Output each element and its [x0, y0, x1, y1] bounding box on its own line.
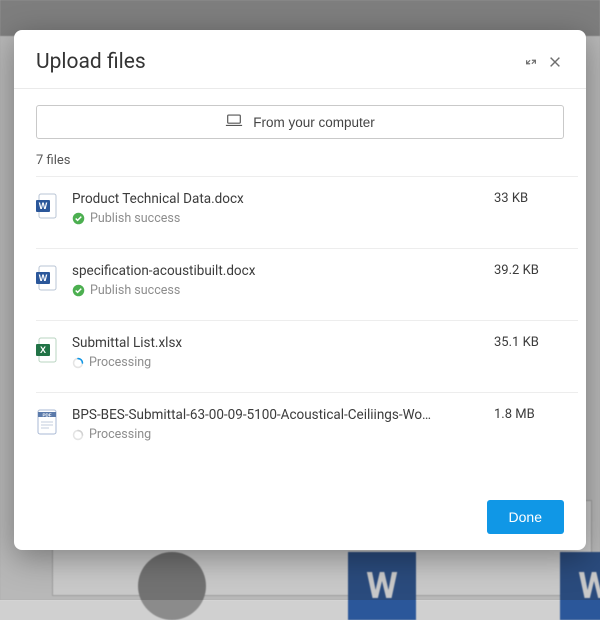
done-button[interactable]: Done: [487, 500, 564, 534]
file-info: Submittal List.xlsx Processing: [72, 335, 480, 370]
docx-file-icon: W: [36, 193, 58, 219]
svg-text:X: X: [40, 345, 46, 355]
file-count: 7 files: [14, 153, 586, 176]
file-status-label: Processing: [89, 427, 151, 442]
file-info: specification-acoustibuilt.docx Publish s…: [72, 263, 480, 298]
file-size: 39.2 KB: [494, 263, 564, 278]
file-size: 1.8 MB: [494, 407, 564, 422]
xlsx-file-icon: X: [36, 337, 58, 363]
from-your-computer-label: From your computer: [253, 115, 375, 130]
file-status: Processing: [72, 355, 480, 370]
file-row: PDF BPS-BES-Submittal-63-00-09-5100-Acous…: [36, 392, 578, 464]
files-list[interactable]: W Product Technical Data.docx Publish succ…: [14, 176, 578, 486]
file-name: Submittal List.xlsx: [72, 335, 480, 351]
file-name: specification-acoustibuilt.docx: [72, 263, 480, 279]
upload-files-modal: Upload files From your computer 7 file: [14, 30, 586, 550]
check-circle-icon: [72, 284, 85, 297]
laptop-icon: [225, 114, 243, 130]
pdf-file-icon: PDF: [36, 409, 58, 435]
file-status: Publish success: [72, 211, 480, 226]
file-status-label: Processing: [89, 355, 151, 370]
docx-file-icon: W: [36, 265, 58, 291]
modal-header: Upload files: [14, 30, 586, 88]
file-row: Wspecification-acoustibuilt.docx Publish …: [36, 248, 578, 320]
file-status-label: Publish success: [90, 283, 180, 298]
from-your-computer-button[interactable]: From your computer: [36, 105, 564, 139]
file-info: BPS-BES-Submittal-63-00-09-5100-Acoustic…: [72, 407, 480, 442]
file-status: Publish success: [72, 283, 480, 298]
file-status: Processing: [72, 427, 480, 442]
minimize-icon[interactable]: [522, 53, 540, 71]
svg-text:PDF: PDF: [43, 413, 52, 418]
file-status-label: Publish success: [90, 211, 180, 226]
close-icon[interactable]: [546, 53, 564, 71]
file-row: X Submittal List.xlsx Processing 35.1 KB: [36, 320, 578, 392]
spinner-icon: [72, 357, 84, 369]
spinner-icon: [72, 429, 84, 441]
modal-footer: Done: [14, 486, 586, 550]
file-size: 35.1 KB: [494, 335, 564, 350]
file-name: Product Technical Data.docx: [72, 191, 480, 207]
file-name: BPS-BES-Submittal-63-00-09-5100-Acoustic…: [72, 407, 480, 423]
file-size: 33 KB: [494, 191, 564, 206]
file-row: W Product Technical Data.docx Publish succ…: [36, 176, 578, 248]
svg-text:W: W: [39, 201, 48, 211]
svg-text:W: W: [39, 273, 48, 283]
file-info: Product Technical Data.docx Publish succe…: [72, 191, 480, 226]
check-circle-icon: [72, 212, 85, 225]
modal-title: Upload files: [36, 50, 516, 74]
